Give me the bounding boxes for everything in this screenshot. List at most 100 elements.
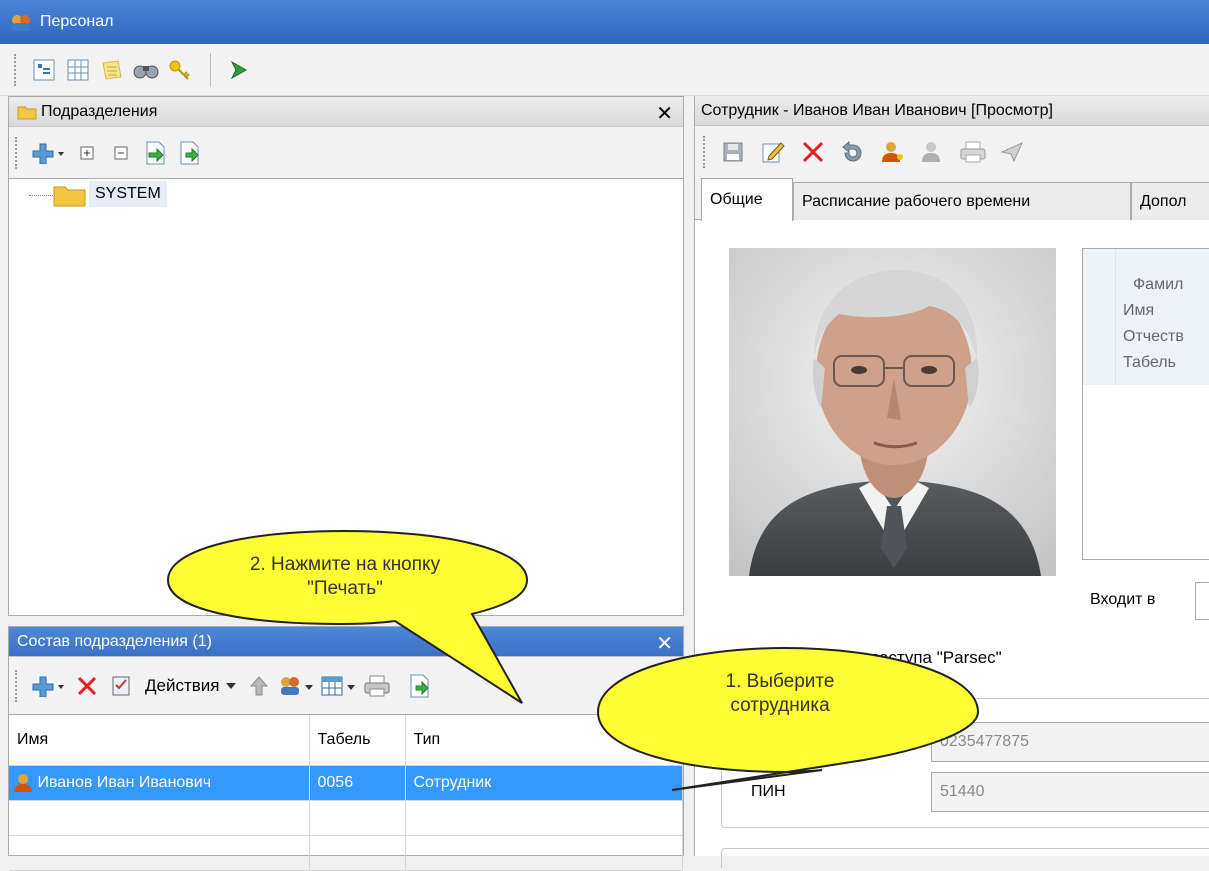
printer-icon (364, 675, 390, 696)
run-button[interactable] (223, 54, 255, 86)
undo-icon (842, 141, 862, 162)
main-toolbar (0, 44, 1209, 96)
keys-button[interactable] (164, 54, 196, 86)
employee-action-button[interactable] (877, 136, 909, 168)
window-title: Персонал (40, 13, 114, 30)
actions-menu[interactable]: Действия (145, 676, 237, 696)
employee-tab: 0056 (309, 765, 406, 801)
tree-view-button[interactable] (28, 54, 60, 86)
close-icon[interactable]: ✕ (656, 631, 673, 656)
search-button[interactable] (130, 54, 162, 86)
belongs-select[interactable] (1195, 582, 1209, 620)
column-header-tab[interactable]: Табель (309, 715, 406, 766)
employee-panel-title: Сотрудник - Иванов Иван Иванович [Просмо… (701, 101, 1053, 119)
people-icon (12, 13, 34, 31)
table-row (9, 835, 683, 871)
toolbar-separator (210, 52, 211, 87)
department-members-panel: Состав подразделения (1) ✕ Действия Имя … (8, 626, 684, 871)
employee-name: Иванов Иван Иванович (37, 773, 212, 791)
next-group-box (721, 848, 1209, 868)
import-button[interactable] (139, 137, 171, 169)
add-employee-button[interactable] (29, 670, 69, 702)
delete-icon (802, 141, 824, 163)
pin-label: ПИН (751, 783, 786, 800)
select-callout-text: 1. Выберите сотрудника (725, 671, 835, 716)
members-panel-header: Состав подразделения (1) ✕ (9, 627, 683, 657)
add-department-button[interactable] (29, 137, 69, 169)
employee-type: Сотрудник (405, 765, 683, 801)
delete-icon (77, 676, 97, 695)
toolbar-grip (15, 136, 19, 169)
toolbar-grip (14, 53, 18, 86)
members-panel-title: Состав подразделения (1) (17, 632, 212, 650)
tree-node-system[interactable]: SYSTEM (89, 181, 167, 207)
send-icon (1000, 142, 1023, 163)
expand-all-button[interactable] (71, 137, 103, 169)
plus-dropdown-icon (32, 143, 64, 164)
table-row (9, 800, 683, 836)
employee-disabled-button[interactable] (917, 136, 949, 168)
field-label-tabnum: Табель (1123, 354, 1176, 371)
send-button[interactable] (997, 136, 1029, 168)
export-button[interactable] (173, 137, 205, 169)
edit-icon (762, 142, 785, 163)
close-icon[interactable]: ✕ (656, 101, 673, 126)
departments-panel: Подразделения ✕ SYSTEM (8, 96, 684, 616)
collapse-all-button[interactable] (105, 137, 137, 169)
tab-schedule[interactable]: Расписание рабочего времени (793, 182, 1131, 220)
column-header-type[interactable]: Тип (405, 715, 683, 766)
notes-button[interactable] (96, 54, 128, 86)
users-dropdown-icon (281, 676, 314, 695)
column-header-name[interactable]: Имя (9, 715, 310, 766)
folder-icon (53, 186, 86, 207)
print-callout-text: 2. Нажмите на кнопку "Печать" (249, 554, 441, 599)
groups-button[interactable] (277, 670, 317, 702)
departments-panel-title: Подразделения (41, 102, 158, 120)
toolbar-grip (703, 136, 707, 168)
export-icon (410, 674, 430, 697)
key-icon (169, 60, 190, 80)
card-code-field[interactable]: 0235477875 (931, 722, 1209, 762)
expand-icon (80, 146, 94, 159)
departments-toolbar (9, 127, 683, 179)
tree-view-icon (33, 59, 55, 80)
checklist-icon (112, 676, 130, 695)
checklist-button[interactable] (105, 670, 137, 702)
notes-icon (102, 59, 122, 80)
save-button[interactable] (717, 136, 749, 168)
export-icon (180, 141, 199, 164)
user-key-icon (882, 142, 903, 162)
delete-button[interactable] (797, 136, 829, 168)
export-button[interactable] (403, 670, 435, 702)
toolbar-grip (15, 669, 19, 702)
up-arrow-icon (250, 675, 269, 695)
employee-icon (14, 773, 32, 792)
columns-button[interactable] (319, 670, 359, 702)
employee-tabs: Общие Расписание рабочего времени Допол (695, 178, 1209, 221)
tab-general[interactable]: Общие (701, 178, 793, 221)
import-icon (146, 141, 165, 164)
print-button[interactable] (361, 670, 393, 702)
members-toolbar: Действия (9, 657, 683, 715)
access-system-label: доступа "Parsec" (869, 648, 1002, 667)
move-up-button[interactable] (243, 670, 275, 702)
tab-additional[interactable]: Допол (1131, 182, 1209, 220)
binoculars-icon (133, 65, 159, 78)
delete-employee-button[interactable] (71, 670, 103, 702)
print-button[interactable] (957, 136, 989, 168)
pin-field[interactable]: 51440 (931, 772, 1209, 812)
window-title-bar: Персонал (0, 0, 1209, 44)
table-row[interactable]: Иванов Иван Иванович 0056 Сотрудник (9, 765, 683, 801)
belongs-label: Входит в (1090, 591, 1156, 608)
edit-button[interactable] (757, 136, 789, 168)
name-fields-box: Фамил Имя Отчеств Табель (1082, 248, 1209, 560)
employee-panel: Сотрудник - Иванов Иван Иванович [Просмо… (694, 96, 1209, 868)
employee-toolbar (695, 126, 1209, 178)
employee-photo (729, 248, 1056, 576)
employees-table: Имя Табель Тип Иванов Иван Иванович 0056… (9, 715, 683, 871)
undo-button[interactable] (837, 136, 869, 168)
save-icon (723, 142, 743, 162)
grid-view-button[interactable] (62, 54, 94, 86)
plus-dropdown-icon (32, 676, 64, 697)
table-dropdown-icon (321, 676, 356, 695)
